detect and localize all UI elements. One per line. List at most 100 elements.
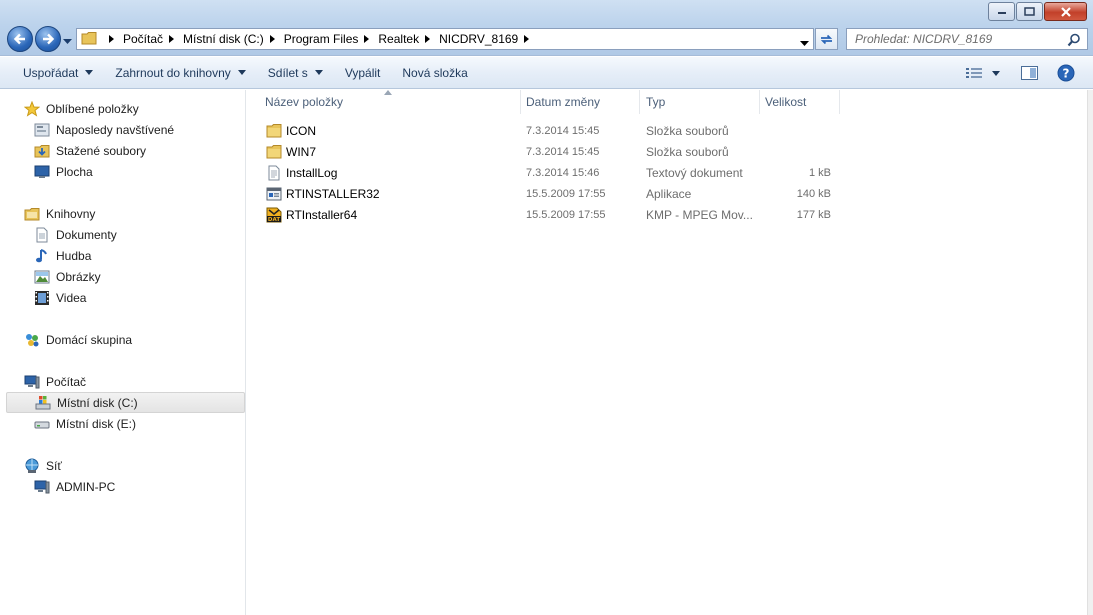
burn-label: Vypálit (344, 65, 381, 80)
breadcrumb-separator-icon[interactable] (169, 34, 177, 44)
recent-places-icon (34, 122, 50, 138)
nav-recent-places[interactable]: Naposledy navštívené (6, 119, 245, 140)
nav-favorites[interactable]: Oblíbené položky (6, 98, 245, 119)
address-history-dropdown[interactable] (800, 36, 809, 50)
file-name-cell: RTINSTALLER32 (266, 183, 516, 204)
nav-pictures[interactable]: Obrázky (6, 266, 245, 287)
nav-label: Plocha (56, 164, 93, 179)
breadcrumb-separator-icon[interactable] (425, 34, 433, 44)
share-label: Sdílet s (267, 65, 308, 80)
window-titlebar: Počítač Místní disk (C:) Program Files R… (0, 0, 1093, 56)
organize-button[interactable]: Uspořádat (12, 60, 104, 86)
file-type: Složka souborů (646, 123, 729, 138)
nav-label: Místní disk (E:) (56, 416, 137, 431)
nav-documents[interactable]: Dokumenty (6, 224, 245, 245)
nav-local-disk-c[interactable]: Místní disk (C:) (6, 392, 245, 413)
column-header-label: Typ (646, 95, 666, 109)
vertical-scrollbar[interactable] (1087, 90, 1093, 615)
breadcrumb-separator-icon[interactable] (364, 34, 372, 44)
nav-label: ADMIN-PC (56, 479, 116, 494)
table-row[interactable]: WIN7 7.3.2014 15:45 Složka souborů (261, 141, 841, 162)
table-row[interactable]: InstallLog 7.3.2014 15:46 Textový dokume… (261, 162, 841, 183)
breadcrumb-item[interactable]: Počítač (123, 32, 163, 46)
table-row[interactable]: RTINSTALLER32 15.5.2009 17:55 Aplikace 1… (261, 183, 841, 204)
nav-admin-pc[interactable]: ADMIN-PC (6, 476, 245, 497)
close-button[interactable] (1044, 2, 1087, 21)
column-header-date[interactable]: Datum změny (520, 90, 640, 114)
nav-computer[interactable]: Počítač (6, 371, 245, 392)
preview-pane-icon (1021, 66, 1038, 80)
desktop-icon (34, 164, 50, 180)
share-with-button[interactable]: Sdílet s (257, 60, 334, 86)
nav-videos[interactable]: Videa (6, 287, 245, 308)
search-input[interactable] (855, 32, 1055, 46)
breadcrumb-item[interactable]: NICDRV_8169 (439, 32, 518, 46)
star-icon (24, 100, 40, 117)
breadcrumb-item[interactable]: Realtek (378, 32, 419, 46)
svg-text:?: ? (1063, 67, 1070, 81)
breadcrumb-item[interactable]: Místní disk (C:) (183, 32, 264, 46)
homegroup-icon (24, 332, 40, 348)
nav-label: Knihovny (46, 206, 96, 221)
column-header-name[interactable]: Název položky (259, 90, 521, 114)
nav-label: Dokumenty (56, 227, 117, 242)
new-folder-button[interactable]: Nová složka (391, 60, 478, 86)
refresh-button[interactable] (815, 28, 838, 50)
window-controls (987, 2, 1087, 21)
file-type: Textový dokument (646, 165, 743, 180)
nav-label: Hudba (56, 248, 92, 263)
application-icon (266, 186, 282, 202)
breadcrumb-separator-icon[interactable] (269, 34, 278, 44)
file-date: 7.3.2014 15:45 (526, 145, 600, 158)
maximize-button[interactable] (1016, 2, 1043, 21)
table-row[interactable]: DAT RTInstaller64 15.5.2009 17:55 KMP - … (261, 204, 841, 225)
column-header-type[interactable]: Typ (640, 90, 760, 114)
text-file-icon (266, 165, 282, 181)
include-in-library-button[interactable]: Zahrnout do knihovny (104, 60, 256, 86)
nav-libraries[interactable]: Knihovny (6, 203, 245, 224)
view-options-dropdown[interactable] (992, 57, 1000, 89)
search-icon[interactable] (1067, 33, 1081, 50)
search-box[interactable] (846, 28, 1088, 50)
nav-label: Domácí skupina (46, 332, 133, 347)
new-folder-label: Nová složka (402, 65, 468, 80)
nav-downloads[interactable]: Stažené soubory (6, 140, 245, 161)
nav-network[interactable]: Síť (6, 455, 245, 476)
nav-music[interactable]: Hudba (6, 245, 245, 266)
breadcrumb-item[interactable]: Program Files (284, 32, 359, 46)
change-view-button[interactable] (966, 57, 983, 89)
breadcrumb-separator-icon[interactable] (524, 34, 532, 44)
back-button[interactable] (7, 26, 33, 52)
help-button[interactable]: ? (1057, 57, 1075, 89)
breadcrumb-label: Počítač (123, 32, 164, 46)
nav-label: Obrázky (56, 269, 101, 284)
computer-icon (24, 374, 40, 390)
file-name-cell: ICON (266, 120, 516, 141)
chevron-down-icon (63, 39, 72, 44)
breadcrumb-label: Program Files (283, 32, 359, 46)
dat-file-icon: DAT (266, 207, 282, 223)
nav-homegroup[interactable]: Domácí skupina (6, 329, 245, 350)
file-size: 140 kB (796, 187, 831, 200)
column-header-label: Datum změny (526, 95, 601, 109)
file-name-cell: WIN7 (266, 141, 516, 162)
nav-desktop[interactable]: Plocha (6, 161, 245, 182)
file-name: WIN7 (286, 144, 316, 159)
file-size: 177 kB (796, 208, 831, 221)
preview-pane-button[interactable] (1021, 57, 1038, 89)
table-row[interactable]: ICON 7.3.2014 15:45 Složka souborů (261, 120, 841, 141)
forward-button[interactable] (35, 26, 61, 52)
minimize-button[interactable] (988, 2, 1015, 21)
column-header-size[interactable]: Velikost (759, 90, 840, 114)
command-bar: Uspořádat Zahrnout do knihovny Sdílet s … (0, 57, 1093, 89)
chevron-down-icon (992, 70, 1000, 76)
burn-button[interactable]: Vypálit (334, 60, 392, 86)
breadcrumb-label: Místní disk (C:) (183, 32, 264, 46)
address-bar[interactable]: Počítač Místní disk (C:) Program Files R… (76, 28, 814, 50)
recent-pages-dropdown[interactable] (63, 34, 72, 48)
organize-label: Uspořádat (23, 65, 79, 80)
breadcrumb-separator-icon[interactable] (109, 34, 117, 44)
documents-icon (34, 227, 50, 243)
nav-local-disk-e[interactable]: Místní disk (E:) (6, 413, 245, 434)
chevron-down-icon (85, 70, 94, 75)
